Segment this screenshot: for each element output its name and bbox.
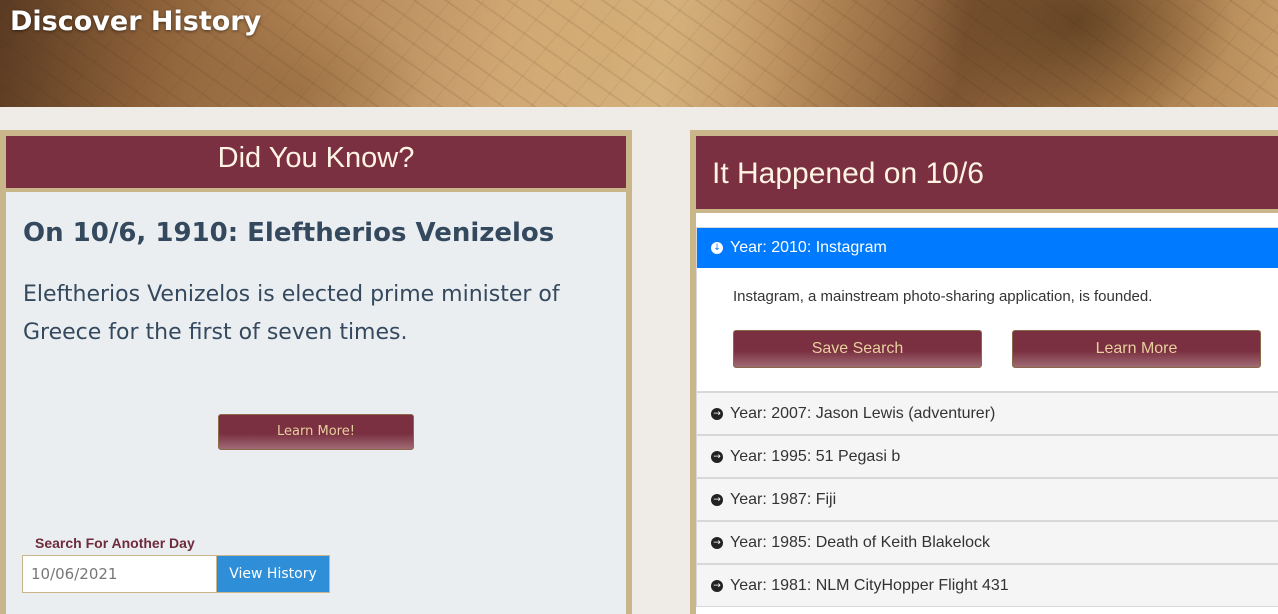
did-you-know-heading: Did You Know?: [217, 142, 415, 174]
accordion-header[interactable]: → Year: 1995: 51 Pegasi b: [697, 436, 1278, 477]
it-happened-heading: It Happened on 10/6: [712, 157, 984, 190]
accordion-item: → Year: 1987: Fiji: [696, 478, 1278, 521]
view-history-button[interactable]: View History: [216, 555, 330, 593]
header-banner: Discover History: [0, 0, 1278, 107]
accordion-body: Instagram, a mainstream photo-sharing ap…: [697, 268, 1278, 391]
accordion-label: Year: 1985: Death of Keith Blakelock: [730, 533, 991, 551]
date-input[interactable]: 10/06/2021: [22, 555, 216, 593]
circle-arrow-right-icon: →: [711, 536, 723, 549]
accordion-item-active: ↓ Year: 2010: Instagram Instagram, a mai…: [696, 227, 1278, 392]
search-another-day-label: Search For Another Day: [35, 535, 195, 551]
accordion-header[interactable]: → Year: 2007: Jason Lewis (adventurer): [697, 393, 1278, 434]
learn-more-button[interactable]: Learn More: [1012, 330, 1261, 368]
accordion-label: Year: 1995: 51 Pegasi b: [730, 447, 901, 465]
accordion-header[interactable]: → Year: 1987: Fiji: [697, 479, 1278, 520]
did-you-know-card: Did You Know? On 10/6, 1910: Eleftherios…: [0, 130, 632, 614]
accordion-header[interactable]: → Year: 1985: Death of Keith Blakelock: [697, 522, 1278, 563]
accordion-item: → Year: 1995: 51 Pegasi b: [696, 435, 1278, 478]
events-accordion: ↓ Year: 2010: Instagram Instagram, a mai…: [696, 227, 1278, 607]
event-description: Instagram, a mainstream photo-sharing ap…: [733, 288, 1153, 305]
it-happened-card: It Happened on 10/6 ↓ Year: 2010: Instag…: [690, 130, 1278, 614]
accordion-label: Year: 2010: Instagram: [730, 239, 887, 256]
accordion-label: Year: 1987: Fiji: [730, 490, 837, 508]
save-search-button[interactable]: Save Search: [733, 330, 982, 368]
site-title[interactable]: Discover History: [10, 6, 261, 37]
accordion-header[interactable]: → Year: 1981: NLM CityHopper Flight 431: [697, 565, 1278, 606]
accordion-item: → Year: 1985: Death of Keith Blakelock: [696, 521, 1278, 564]
accordion-header-2010[interactable]: ↓ Year: 2010: Instagram: [697, 228, 1278, 268]
circle-arrow-right-icon: →: [711, 493, 723, 506]
fact-text: Eleftherios Venizelos is elected prime m…: [23, 282, 560, 345]
fact-title: On 10/6, 1910: Eleftherios Venizelos: [23, 218, 555, 248]
circle-arrow-down-icon: ↓: [711, 242, 723, 254]
it-happened-header: It Happened on 10/6: [696, 136, 1278, 213]
circle-arrow-right-icon: →: [711, 450, 723, 463]
did-you-know-header: Did You Know?: [6, 136, 626, 192]
accordion-label: Year: 1981: NLM CityHopper Flight 431: [730, 576, 1009, 594]
accordion-label: Year: 2007: Jason Lewis (adventurer): [730, 404, 996, 422]
accordion-item: → Year: 1981: NLM CityHopper Flight 431: [696, 564, 1278, 607]
circle-arrow-right-icon: →: [711, 579, 723, 592]
accordion-item: → Year: 2007: Jason Lewis (adventurer): [696, 392, 1278, 435]
circle-arrow-right-icon: →: [711, 407, 723, 420]
learn-more-fact-button[interactable]: Learn More!: [218, 414, 414, 450]
